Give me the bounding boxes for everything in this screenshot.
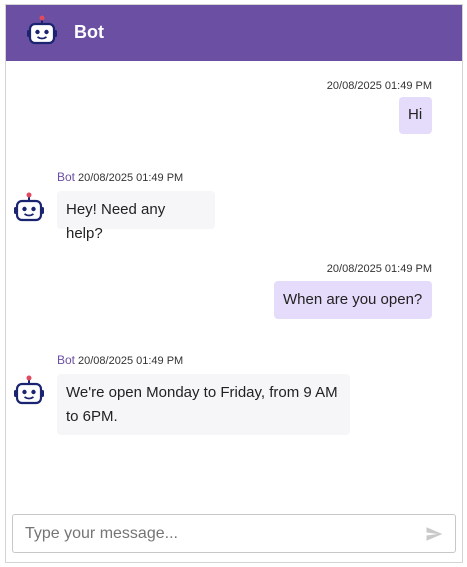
message-composer xyxy=(12,514,456,553)
chat-title: Bot xyxy=(74,22,104,42)
message-timestamp: 20/08/2025 01:49 PM xyxy=(326,80,432,92)
chat-window: Bot 20/08/2025 01:49 PM Hi Bot 20/08/2025… xyxy=(5,4,463,563)
message-timestamp: 20/08/2025 01:49 PM xyxy=(326,263,432,275)
message-timestamp: 20/08/2025 01:49 PM xyxy=(78,355,184,367)
bot-message-bubble: Hey! Need any help? xyxy=(57,191,215,242)
bot-message-bubble: We're open Monday to Friday, from 9 AM t… xyxy=(57,374,350,435)
robot-icon xyxy=(27,15,57,45)
bot-avatar-icon xyxy=(14,375,44,405)
message-input[interactable] xyxy=(25,515,415,552)
message-text: Hi xyxy=(408,106,423,123)
bot-message-meta: Bot 20/08/2025 01:49 PM xyxy=(57,170,183,185)
bot-avatar-icon xyxy=(14,192,44,222)
bot-message-meta: Bot 20/08/2025 01:49 PM xyxy=(57,353,183,368)
send-icon[interactable] xyxy=(425,525,443,543)
message-text: When are you open? xyxy=(283,291,423,308)
sender-name: Bot xyxy=(57,353,76,367)
message-text: We're open Monday to Friday, from 9 AM t… xyxy=(66,384,338,425)
chat-header: Bot xyxy=(6,5,462,61)
user-message-bubble: When are you open? xyxy=(274,281,432,319)
user-message-bubble: Hi xyxy=(399,97,432,134)
sender-name: Bot xyxy=(57,170,76,184)
message-text: Hey! Need any help? xyxy=(66,201,166,242)
message-timestamp: 20/08/2025 01:49 PM xyxy=(78,172,184,184)
